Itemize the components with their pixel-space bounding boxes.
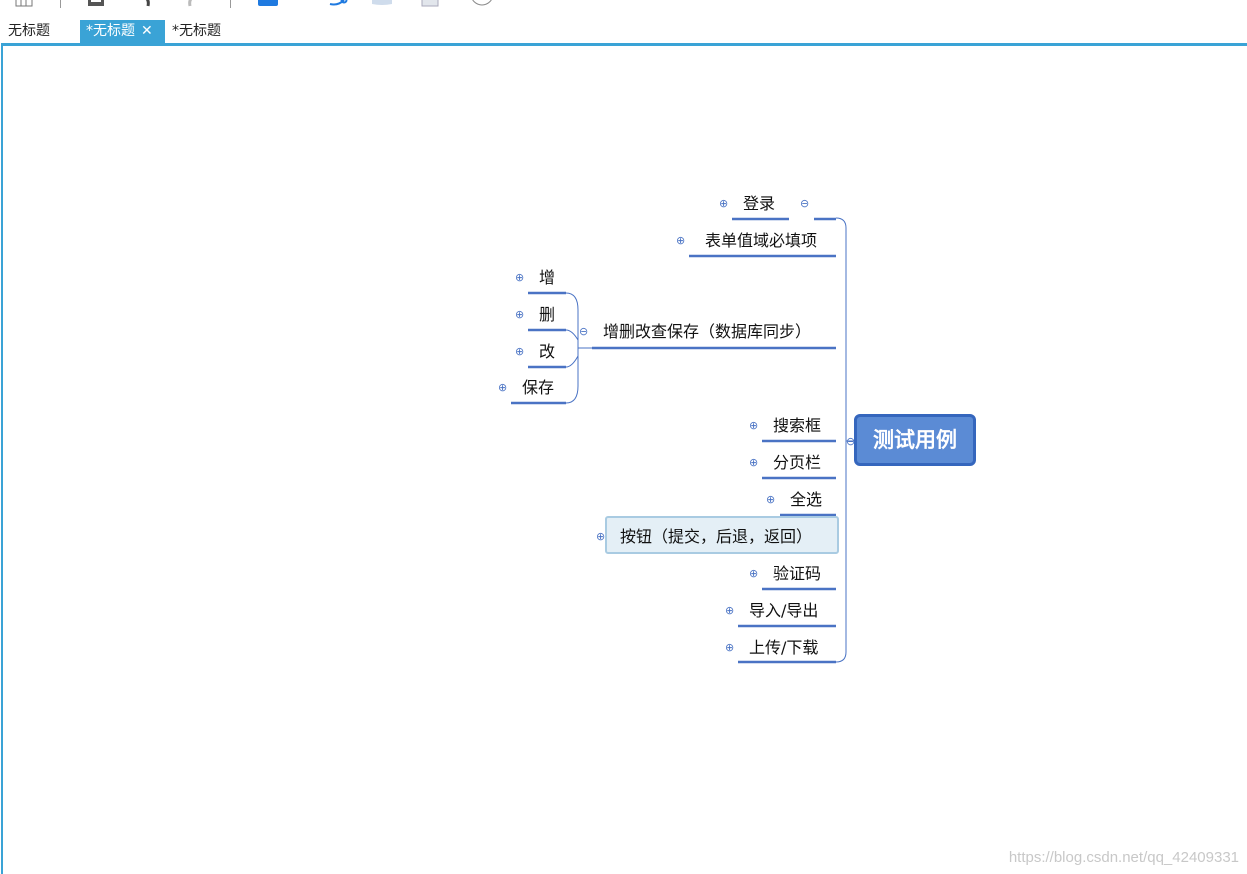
expand-icon[interactable]: ⊕ bbox=[498, 382, 507, 393]
expand-icon[interactable]: ⊕ bbox=[749, 420, 758, 431]
subtopic-save[interactable]: 保存 bbox=[522, 378, 554, 398]
topic-buttons[interactable]: 按钮（提交，后退，返回） bbox=[620, 527, 812, 547]
expand-icon[interactable]: ⊕ bbox=[725, 642, 734, 653]
topic-search-box[interactable]: 搜索框 bbox=[773, 416, 821, 436]
expand-icon[interactable]: ⊕ bbox=[749, 457, 758, 468]
expand-icon[interactable]: ⊕ bbox=[676, 235, 685, 246]
expand-icon[interactable]: ⊕ bbox=[725, 605, 734, 616]
topic-login[interactable]: 登录 bbox=[743, 194, 775, 214]
topic-pagination[interactable]: 分页栏 bbox=[773, 453, 821, 473]
subtopic-delete[interactable]: 删 bbox=[539, 305, 555, 325]
collapse-icon[interactable]: ⊖ bbox=[846, 436, 855, 447]
topic-form-required[interactable]: 表单值域必填项 bbox=[705, 231, 817, 251]
topic-captcha[interactable]: 验证码 bbox=[773, 564, 821, 584]
topic-upload-download[interactable]: 上传/下载 bbox=[749, 638, 818, 658]
expand-icon[interactable]: ⊕ bbox=[749, 568, 758, 579]
expand-icon[interactable]: ⊕ bbox=[719, 198, 728, 209]
topic-select-all[interactable]: 全选 bbox=[790, 490, 822, 510]
connector-lines bbox=[511, 217, 856, 664]
watermark: https://blog.csdn.net/qq_42409331 bbox=[1008, 849, 1239, 866]
subtopic-add[interactable]: 增 bbox=[539, 268, 555, 288]
central-topic[interactable]: 测试用例 bbox=[854, 414, 976, 466]
topic-crud-save[interactable]: 增删改查保存（数据库同步） bbox=[603, 322, 811, 342]
expand-icon[interactable]: ⊕ bbox=[515, 272, 524, 283]
collapse-icon[interactable]: ⊖ bbox=[579, 326, 588, 337]
topic-import-export[interactable]: 导入/导出 bbox=[749, 601, 818, 621]
expand-icon[interactable]: ⊕ bbox=[515, 346, 524, 357]
expand-icon[interactable]: ⊕ bbox=[515, 309, 524, 320]
expand-icon[interactable]: ⊕ bbox=[766, 494, 775, 505]
subtopic-edit[interactable]: 改 bbox=[539, 342, 555, 362]
collapse-icon[interactable]: ⊖ bbox=[800, 198, 809, 209]
expand-icon[interactable]: ⊕ bbox=[596, 531, 605, 542]
